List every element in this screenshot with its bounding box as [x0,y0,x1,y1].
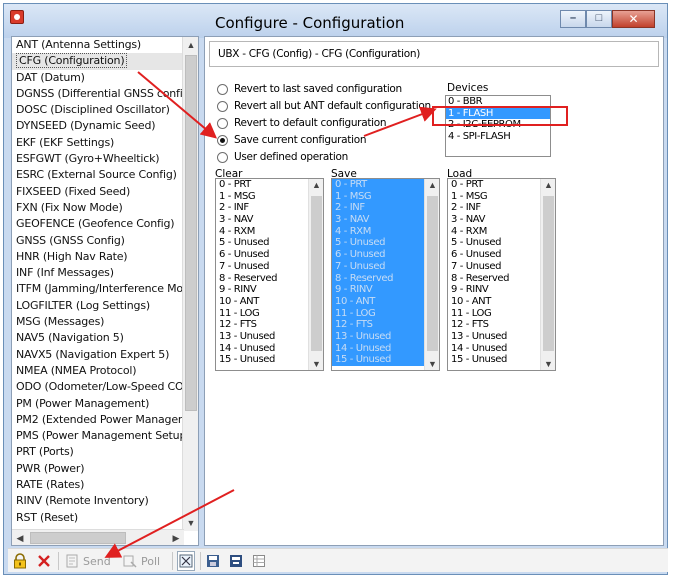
arrow-to-save-option [137,71,218,139]
arrow-to-send-button [104,489,235,558]
annotation-arrows [104,71,437,558]
arrow-to-flash-device [363,106,437,137]
